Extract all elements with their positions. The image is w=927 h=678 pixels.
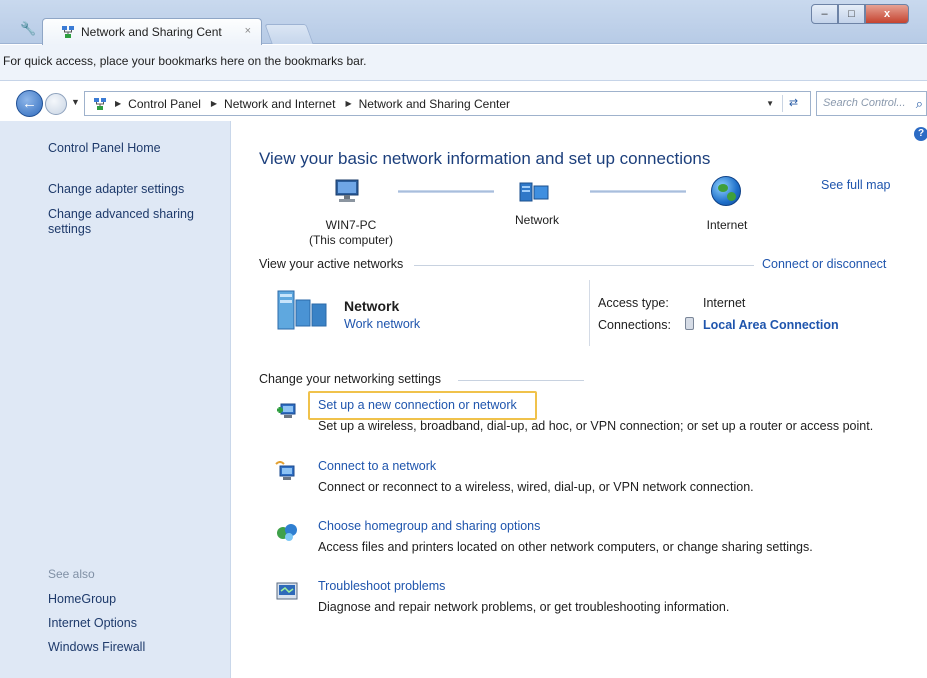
address-bar: ← ▼ ▶ Control Panel ▶ Network and Intern… — [0, 88, 927, 120]
network-server-icon — [276, 290, 328, 330]
sidebar-item-internet-options[interactable]: Internet Options — [48, 616, 137, 631]
vertical-divider — [589, 280, 590, 346]
task-description: Diagnose and repair network problems, or… — [318, 600, 730, 614]
wrench-icon[interactable]: 🔧 — [20, 22, 36, 36]
control-panel-icon — [93, 97, 107, 111]
help-icon[interactable]: ? — [914, 127, 927, 141]
section-divider — [414, 265, 754, 266]
computer-icon — [333, 178, 363, 204]
local-area-connection-text[interactable]: Local Area Connection — [703, 318, 839, 332]
troubleshoot-problems-link[interactable]: Troubleshoot problems — [318, 579, 445, 593]
task-description: Set up a wireless, broadband, dial-up, a… — [318, 419, 874, 433]
troubleshoot-icon — [275, 581, 299, 603]
close-button[interactable]: x — [865, 4, 909, 24]
breadcrumb-separator-icon[interactable]: ▶ — [211, 99, 217, 108]
computer-name[interactable]: WIN7-PC — [306, 218, 396, 232]
connections-label: Connections: — [598, 318, 671, 332]
sidebar-item-advanced-sharing[interactable]: Change advanced sharing settings — [48, 207, 213, 237]
network-map-icon — [519, 180, 549, 204]
new-connection-icon — [275, 400, 299, 422]
network-type-link[interactable]: Work network — [344, 317, 420, 331]
access-type-value: Internet — [703, 296, 746, 310]
breadcrumb-separator-icon[interactable]: ▶ — [345, 99, 351, 108]
see-full-map-link[interactable]: See full map — [821, 178, 890, 192]
section-divider — [458, 380, 584, 381]
network-label[interactable]: Network — [502, 213, 572, 227]
bookmarks-bar: For quick access, place your bookmarks h… — [0, 45, 927, 81]
search-placeholder: Search Control... — [823, 97, 906, 109]
browser-titlebar: 🔧 Network and Sharing Cent × – □ x — [0, 0, 927, 45]
active-network-name: Network — [344, 298, 400, 314]
sidebar-item-windows-firewall[interactable]: Windows Firewall — [48, 640, 145, 655]
breadcrumb-separator-icon[interactable]: ▶ — [115, 99, 121, 108]
forward-arrow-icon[interactable] — [45, 93, 67, 115]
sidebar-item-homegroup[interactable]: HomeGroup — [48, 592, 116, 607]
see-also-heading: See also — [48, 567, 95, 581]
local-area-connection-link[interactable]: Local Area Connection — [703, 318, 839, 332]
back-arrow-icon[interactable]: ← — [16, 90, 43, 117]
maximize-button[interactable]: □ — [838, 4, 865, 24]
task-description: Connect or reconnect to a wireless, wire… — [318, 480, 754, 494]
internet-label[interactable]: Internet — [692, 218, 762, 232]
active-networks-heading: View your active networks — [259, 257, 404, 271]
search-icon[interactable]: ⌕ — [916, 96, 923, 112]
minimize-button[interactable]: – — [811, 4, 838, 24]
tab-title: Network and Sharing Cent — [81, 25, 222, 39]
map-link-line — [398, 190, 494, 193]
connect-or-disconnect-link[interactable]: Connect or disconnect — [762, 257, 886, 271]
breadcrumb-network-and-sharing-center[interactable]: Network and Sharing Center — [359, 97, 510, 111]
access-type-label: Access type: — [598, 296, 669, 310]
sidebar-item-adapter-settings[interactable]: Change adapter settings — [48, 182, 184, 197]
search-input[interactable]: Search Control... ⌕ — [816, 91, 927, 116]
map-link-line — [590, 190, 686, 193]
connect-network-icon — [275, 461, 299, 483]
computer-subtitle: (This computer) — [308, 233, 394, 247]
new-tab-button[interactable] — [264, 24, 314, 44]
sidebar-item-control-panel-home[interactable]: Control Panel Home — [48, 141, 161, 156]
task-description: Access files and printers located on oth… — [318, 540, 813, 554]
highlight-box — [308, 391, 537, 420]
window-controls: – □ x — [811, 4, 909, 24]
tab-close-icon[interactable]: × — [245, 25, 251, 37]
breadcrumb[interactable]: ▶ Control Panel ▶ Network and Internet ▶… — [84, 91, 811, 116]
page-title: View your basic network information and … — [259, 149, 711, 168]
network-icon — [61, 25, 75, 39]
homegroup-icon — [275, 521, 299, 543]
breadcrumb-network-and-internet[interactable]: Network and Internet — [224, 97, 335, 111]
ethernet-plug-icon — [685, 317, 694, 330]
recent-pages-dropdown-icon[interactable]: ▼ — [71, 97, 80, 107]
breadcrumb-control-panel[interactable]: Control Panel — [128, 97, 201, 111]
address-dropdown-icon[interactable]: ▼ — [766, 99, 774, 108]
browser-tab[interactable]: Network and Sharing Cent × — [42, 18, 262, 45]
globe-icon — [711, 176, 741, 206]
refresh-icon[interactable]: ⇄ — [782, 95, 804, 112]
networking-settings-heading: Change your networking settings — [259, 372, 442, 386]
sidebar: Control Panel Home Change adapter settin… — [0, 121, 231, 678]
connect-to-network-link[interactable]: Connect to a network — [318, 459, 436, 473]
homegroup-sharing-link[interactable]: Choose homegroup and sharing options — [318, 519, 540, 533]
